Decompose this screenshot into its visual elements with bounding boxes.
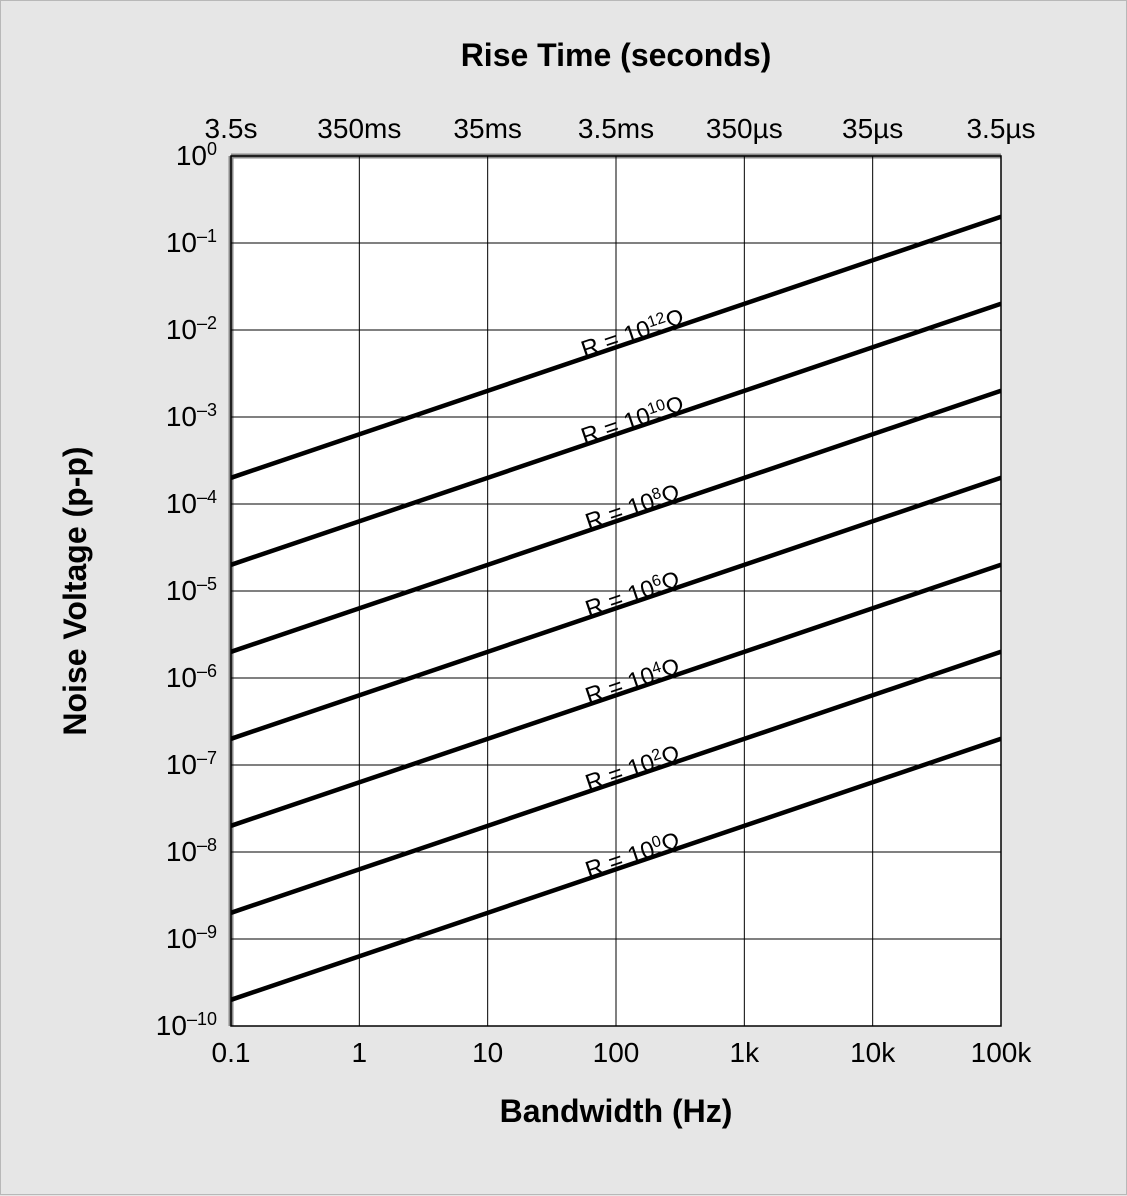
y-tick-label: 10–3 <box>166 400 217 432</box>
y-tick-label: 10–4 <box>166 487 217 519</box>
y-tick-label: 100 <box>176 139 217 171</box>
chart-svg: 0.11101001k10k100k3.5s350ms35ms3.5ms350µ… <box>1 1 1127 1196</box>
x-top-tick-label: 35ms <box>453 113 521 144</box>
x-top-tick-label: 350µs <box>706 113 783 144</box>
x-top-tick-label: 3.5µs <box>966 113 1035 144</box>
x-top-tick-label: 350ms <box>317 113 401 144</box>
y-tick-label: 10–9 <box>166 922 217 954</box>
x-top-tick-label: 3.5ms <box>578 113 654 144</box>
y-tick-label: 10–6 <box>166 661 217 693</box>
x-tick-label: 100k <box>971 1037 1033 1068</box>
y-axis-label: Noise Voltage (p-p) <box>57 446 93 735</box>
x-tick-label: 1k <box>730 1037 761 1068</box>
y-tick-label: 10–2 <box>166 313 217 345</box>
y-tick-label: 10–5 <box>166 574 217 606</box>
x-tick-label: 10k <box>850 1037 896 1068</box>
x-axis-label: Bandwidth (Hz) <box>500 1093 733 1129</box>
top-title: Rise Time (seconds) <box>461 37 772 73</box>
y-tick-label: 10–7 <box>166 748 217 780</box>
x-top-tick-label: 35µs <box>842 113 903 144</box>
x-tick-label: 100 <box>593 1037 640 1068</box>
chart-frame: 0.11101001k10k100k3.5s350ms35ms3.5ms350µ… <box>0 0 1127 1195</box>
x-tick-label: 1 <box>352 1037 368 1068</box>
y-tick-label: 10–10 <box>156 1009 217 1041</box>
x-tick-label: 0.1 <box>212 1037 251 1068</box>
y-tick-label: 10–8 <box>166 835 217 867</box>
x-tick-label: 10 <box>472 1037 503 1068</box>
y-tick-label: 10–1 <box>166 226 217 258</box>
